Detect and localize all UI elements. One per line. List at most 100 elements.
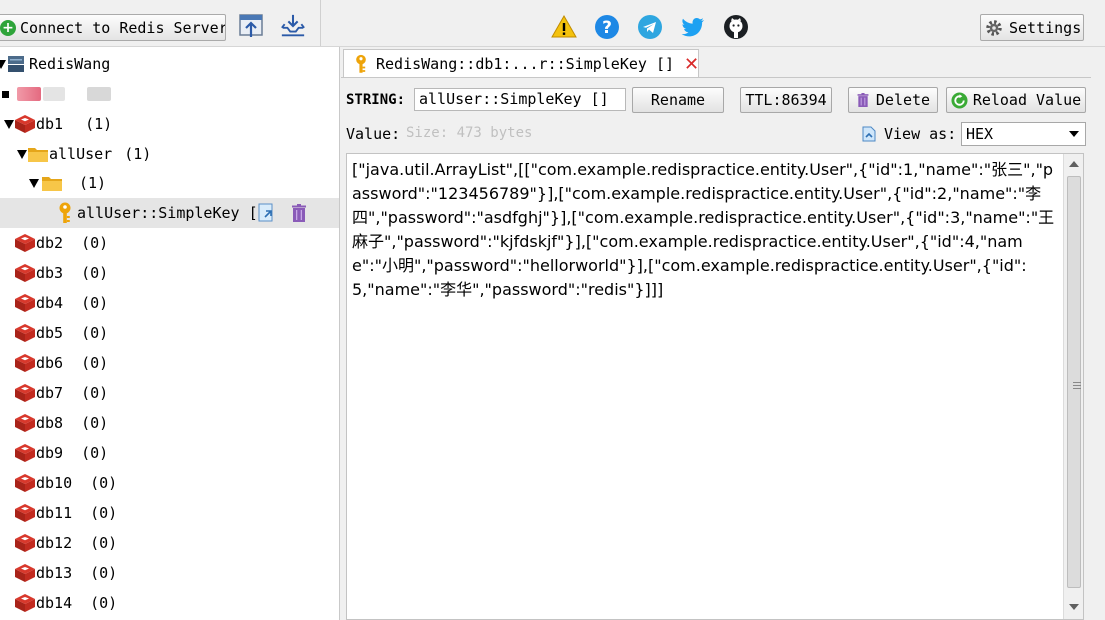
tree-db-count: (0)	[90, 564, 118, 582]
gear-icon	[986, 19, 1002, 36]
tree-folder-count: (1)	[124, 145, 152, 163]
telegram-icon[interactable]	[637, 14, 663, 40]
tree-db-count: (0)	[90, 594, 118, 612]
settings-label: Settings	[1009, 18, 1082, 37]
tree-key-label: allUser::SimpleKey [	[77, 204, 258, 222]
help-icon[interactable]: ?	[594, 14, 620, 40]
tree-db-row[interactable]: db14 (0)	[14, 588, 339, 618]
obscured-text	[43, 87, 65, 101]
connect-label: Connect to Redis Server	[20, 18, 226, 37]
tree-folder-row[interactable]: allUser (1)	[0, 139, 339, 169]
settings-button[interactable]: Settings	[980, 14, 1084, 41]
tab-key-editor[interactable]: RedisWang::db1:...r::SimpleKey [] ✕	[343, 49, 699, 78]
scrollbar-grip-icon	[1073, 382, 1081, 389]
tree-db-row[interactable]: db12 (0)	[14, 528, 339, 558]
redis-db-icon	[15, 504, 35, 522]
redis-db-icon	[15, 264, 35, 282]
redis-db-icon	[15, 414, 35, 432]
value-label: Value:	[346, 125, 401, 143]
scroll-up-icon[interactable]	[1069, 161, 1079, 167]
trash-icon[interactable]	[290, 203, 308, 223]
key-editor-panel: RedisWang::db1:...r::SimpleKey [] ✕ STRI…	[341, 47, 1105, 620]
expand-arrow-icon[interactable]	[17, 149, 27, 159]
tree-db-count: (0)	[90, 504, 118, 522]
tree-db-label: db3	[36, 264, 64, 282]
redis-db-icon	[15, 294, 35, 312]
tree-db-count: (0)	[81, 444, 109, 462]
trash-icon	[857, 93, 869, 107]
chevron-down-icon	[1069, 131, 1079, 137]
key-icon	[356, 54, 366, 73]
expand-arrow-icon[interactable]	[4, 119, 14, 129]
view-as-label-group: View as:	[862, 125, 956, 143]
tree-db-row[interactable]: db3 (0)	[14, 258, 339, 288]
tree-subfolder-count: (1)	[79, 174, 107, 192]
warning-icon[interactable]	[551, 14, 577, 40]
plus-icon: +	[0, 19, 16, 36]
rename-label: Rename	[650, 91, 706, 109]
export-icon[interactable]	[280, 12, 306, 40]
reload-label: Reload Value	[972, 91, 1082, 109]
expand-arrow-icon[interactable]	[29, 178, 39, 188]
tree-key-row[interactable]: allUser::SimpleKey [	[0, 198, 339, 228]
tree-db-row[interactable]: db11 (0)	[14, 498, 339, 528]
reload-icon	[951, 91, 968, 109]
twitter-icon[interactable]	[680, 14, 706, 40]
tree-db-row[interactable]: db8 (0)	[14, 408, 339, 438]
ttl-label: TTL:86394	[745, 91, 827, 109]
value-editor[interactable]: ["java.util.ArrayList",[["com.example.re…	[346, 153, 1084, 620]
delete-button[interactable]: Delete	[848, 87, 938, 113]
rename-button[interactable]: Rename	[632, 87, 724, 113]
redis-db-icon	[15, 115, 35, 133]
folder-icon	[42, 177, 62, 191]
redis-db-icon	[15, 474, 35, 492]
tree-server-row[interactable]: RedisWang	[0, 49, 339, 79]
key-name-input[interactable]: allUser::SimpleKey []	[414, 88, 626, 111]
scrollbar-thumb[interactable]	[1067, 176, 1081, 588]
value-text[interactable]: ["java.util.ArrayList",[["com.example.re…	[352, 158, 1057, 302]
tree-db-count: (0)	[81, 324, 109, 342]
tree-db-row[interactable]: db2 (0)	[14, 228, 339, 258]
close-tab-icon[interactable]: ✕	[684, 54, 699, 75]
connection-tree[interactable]: RedisWang db1 (1) allUser (1) (1) allUse…	[0, 47, 340, 620]
tree-db-row[interactable]: db7 (0)	[14, 378, 339, 408]
tree-db1-row[interactable]: db1 (1)	[0, 109, 339, 139]
github-icon[interactable]	[723, 14, 749, 40]
tab-title: RedisWang::db1:...r::SimpleKey []	[376, 55, 675, 73]
tree-db-count: (0)	[90, 534, 118, 552]
tree-db-label: db5	[36, 324, 64, 342]
tree-subfolder-row[interactable]: (1)	[0, 168, 339, 198]
tree-db-label: db13	[36, 564, 73, 582]
tab-divider	[341, 77, 1091, 78]
scroll-down-icon[interactable]	[1069, 604, 1079, 610]
tree-db-row[interactable]: db5 (0)	[14, 318, 339, 348]
tree-db-label: db2	[36, 234, 64, 252]
reload-value-button[interactable]: Reload Value	[946, 87, 1086, 113]
connect-button[interactable]: + Connect to Redis Server	[0, 14, 226, 41]
redis-db-icon	[15, 384, 35, 402]
tree-db-label: db6	[36, 354, 64, 372]
tree-db-row[interactable]: db4 (0)	[14, 288, 339, 318]
view-as-label: View as:	[884, 125, 957, 143]
view-format-icon	[862, 126, 876, 142]
obscured-text	[17, 87, 41, 101]
redis-db-icon	[15, 534, 35, 552]
redis-db-icon	[15, 444, 35, 462]
value-scrollbar[interactable]	[1063, 154, 1083, 619]
redis-db-icon	[15, 564, 35, 582]
collapsed-node-icon	[2, 90, 9, 98]
tree-db-row[interactable]: db6 (0)	[14, 348, 339, 378]
obscured-text	[87, 87, 111, 101]
tree-db-row[interactable]: db10 (0)	[14, 468, 339, 498]
tree-db-row[interactable]: db13 (0)	[14, 558, 339, 588]
view-as-value: HEX	[966, 125, 994, 143]
tree-obscured-row[interactable]	[0, 79, 339, 109]
value-size-label: Size: 473 bytes	[406, 125, 533, 141]
tree-db-row[interactable]: db9 (0)	[14, 438, 339, 468]
tree-db-count: (0)	[81, 414, 109, 432]
ttl-button[interactable]: TTL:86394	[740, 87, 832, 113]
view-as-select[interactable]: HEX	[961, 122, 1086, 146]
copy-key-icon[interactable]	[258, 203, 276, 223]
import-icon[interactable]	[238, 12, 264, 40]
main-toolbar: + Connect to Redis Server ? Settings	[0, 0, 1105, 47]
